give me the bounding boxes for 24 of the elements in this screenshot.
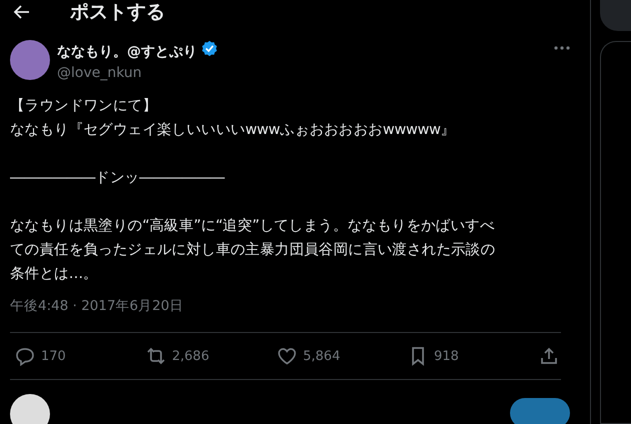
speech-bubble-icon xyxy=(15,346,35,366)
post-text-line: ななもり『セグウェイ楽しいいいいwwwふぉおおおおおwwwww』 xyxy=(10,121,456,140)
share-icon xyxy=(539,346,559,366)
avatar[interactable] xyxy=(10,40,50,80)
more-options-button[interactable] xyxy=(554,46,570,50)
side-search-field[interactable] xyxy=(600,0,631,32)
reply-button[interactable] xyxy=(510,398,570,424)
post-text-line: 条件とは…。 xyxy=(10,265,99,284)
post-text-line: 【ラウンドワンにて】 xyxy=(10,97,158,116)
reply-avatar xyxy=(10,394,50,424)
reply-button[interactable]: 170 xyxy=(15,346,146,366)
post-text-line: ――――――ドンッ―――――― xyxy=(10,169,226,188)
repost-icon xyxy=(146,346,166,366)
post-text-line: ななもりは黒塗りの“高級車”に“追突”してしまう。ななもりをかばいすべ xyxy=(10,216,496,236)
post-text-line: ての責任を負ったジェルに対し車の主暴力団員谷岡に言い渡された示談の xyxy=(10,240,496,260)
bookmark-button[interactable]: 918 xyxy=(408,346,539,366)
like-button[interactable]: 5,864 xyxy=(277,346,408,366)
page-title: ポストする xyxy=(70,0,165,24)
post-timestamp[interactable]: 午後4:48 · 2017年6月20日 xyxy=(10,296,580,316)
share-button[interactable] xyxy=(539,346,559,366)
author-handle[interactable]: @love_nkun xyxy=(57,64,547,82)
repost-button[interactable]: 2,686 xyxy=(146,346,277,366)
heart-icon xyxy=(277,346,297,366)
author-name[interactable]: ななもり。@すとぷり xyxy=(57,42,197,62)
